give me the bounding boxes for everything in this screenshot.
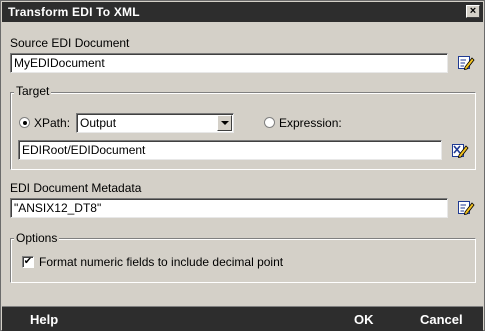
xpath-builder-icon[interactable] [451,141,469,159]
title-bar[interactable]: Transform EDI To XML × [2,2,483,22]
dialog-title: Transform EDI To XML [8,5,140,19]
metadata-label: EDI Document Metadata [10,181,142,195]
xpath-dropdown[interactable]: Output [76,113,234,133]
cancel-button[interactable]: Cancel [420,312,463,327]
close-icon: × [469,5,477,17]
help-button[interactable]: Help [30,312,58,327]
format-numeric-checkbox[interactable]: ✔ [22,256,34,268]
close-button[interactable]: × [466,5,480,18]
source-edi-label: Source EDI Document [10,36,130,50]
target-legend: Target [14,84,52,98]
format-numeric-label: Format numeric fields to include decimal… [39,255,284,269]
transform-edi-dialog: Transform EDI To XML × Source EDI Docume… [0,0,485,331]
chevron-down-icon[interactable] [217,115,232,131]
options-legend: Options [14,231,60,245]
ok-button[interactable]: OK [354,312,374,327]
source-edi-field[interactable]: MyEDIDocument [10,53,448,73]
xpath-label: XPath: [34,116,71,130]
expression-label: Expression: [279,116,342,130]
metadata-field[interactable]: "ANSIX12_DT8" [10,198,448,218]
checkmark-icon: ✔ [23,256,33,267]
xpath-radio[interactable] [19,117,30,128]
source-edi-value: MyEDIDocument [14,56,105,70]
expression-radio[interactable] [264,117,275,128]
xpath-selected-value: Output [80,116,117,130]
edit-pencil-icon[interactable] [457,198,475,216]
target-path-value: EDIRoot/EDIDocument [22,143,146,157]
target-path-field[interactable]: EDIRoot/EDIDocument [18,140,442,160]
button-bar: Help OK Cancel [2,306,483,331]
metadata-value: "ANSIX12_DT8" [14,201,102,215]
edit-pencil-icon[interactable] [457,53,475,71]
